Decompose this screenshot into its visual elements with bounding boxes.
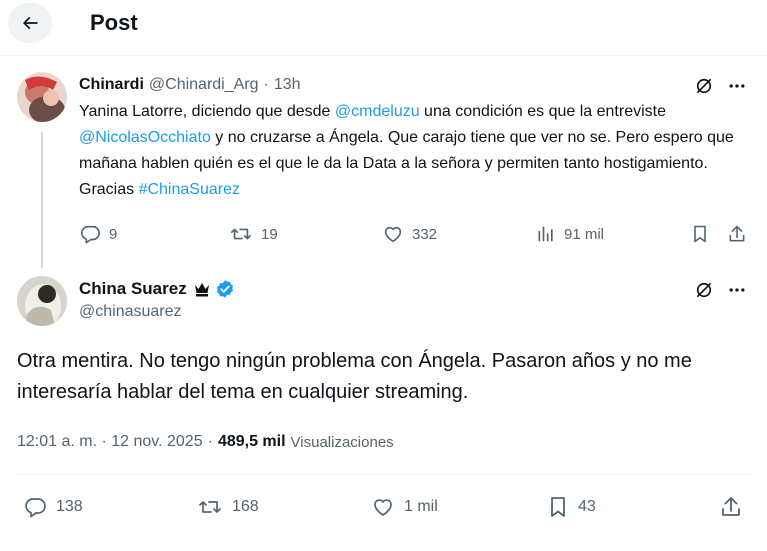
- reply-views-count: 91 mil: [564, 225, 605, 243]
- main-replies-count: 138: [56, 498, 83, 515]
- like-icon: [374, 499, 392, 516]
- reply-repost-button[interactable]: 19: [229, 222, 278, 246]
- reply-grok-button[interactable]: [692, 74, 716, 98]
- thread-line: [41, 132, 43, 268]
- reply-icon: [81, 225, 100, 244]
- reply-more-button[interactable]: [725, 74, 749, 98]
- reply-likes-count: 332: [412, 225, 438, 243]
- back-arrow-icon: [22, 16, 38, 30]
- reply-reply-button[interactable]: 9: [79, 222, 117, 246]
- main-share-button[interactable]: [718, 494, 744, 520]
- main-text: Otra mentira. No tengo ningún problema c…: [17, 350, 692, 403]
- share-icon: [722, 497, 740, 516]
- main-views-count: 489,5 mil: [217, 433, 286, 450]
- reply-bookmark-button[interactable]: [689, 222, 711, 246]
- reply-link[interactable]: @NicolasOcchiato: [79, 129, 211, 146]
- main-author-name[interactable]: China Suarez: [79, 279, 187, 299]
- grok-icon: [696, 78, 712, 94]
- more-icon: [729, 84, 745, 88]
- main-views-label: Visualizaciones: [290, 433, 394, 451]
- reply-like-button[interactable]: 332: [382, 222, 437, 246]
- reply-header: Chinardi @Chinardi_Arg · 13h: [79, 73, 301, 97]
- reply-replies-count: 9: [109, 225, 118, 243]
- reply-author-handle[interactable]: @Chinardi_Arg: [149, 76, 259, 94]
- reply-author-avatar[interactable]: [17, 72, 67, 122]
- reply-link[interactable]: #ChinaSuarez: [139, 181, 240, 198]
- page-title: Post: [90, 10, 138, 35]
- main-reposts-count: 168: [232, 498, 259, 515]
- like-icon: [384, 226, 402, 243]
- crown-icon: [194, 283, 209, 297]
- main-like-button[interactable]: 1 mil: [370, 494, 438, 520]
- main-grok-button[interactable]: [692, 278, 716, 302]
- back-button[interactable]: [8, 3, 52, 43]
- main-bookmark-button[interactable]: 43: [546, 494, 596, 520]
- reply-link[interactable]: @cmdeluzu: [335, 103, 420, 120]
- grok-icon: [696, 282, 712, 298]
- repost-icon: [231, 228, 251, 240]
- header-divider: [0, 55, 767, 56]
- verified-badge-icon: [216, 280, 233, 298]
- reply-text-segment: una condición es que la entreviste: [419, 103, 666, 120]
- main-meta-separator: ·: [207, 433, 213, 450]
- reply-reposts-count: 19: [261, 225, 278, 243]
- main-header: China Suarez: [79, 277, 235, 301]
- main-reply-button[interactable]: 138: [22, 494, 83, 520]
- main-repost-button[interactable]: 168: [196, 494, 259, 520]
- reply-time[interactable]: 13h: [274, 76, 301, 94]
- reply-separator: ·: [263, 76, 269, 93]
- reply-text: Yanina Latorre, diciendo que desde @cmde…: [79, 99, 751, 203]
- bookmark-icon: [694, 225, 706, 243]
- main-meta-row: 12:01 a. m. · 12 nov. 2025 · 489,5 mil V…: [17, 431, 394, 453]
- bookmark-icon: [551, 497, 565, 517]
- reply-author-name[interactable]: Chinardi: [79, 76, 144, 94]
- views-icon: [538, 226, 553, 242]
- main-bookmarks-count: 43: [578, 498, 596, 515]
- reply-share-button[interactable]: [726, 222, 748, 246]
- reply-icon: [25, 498, 46, 518]
- share-icon: [729, 225, 745, 242]
- main-author-avatar[interactable]: [17, 276, 67, 326]
- reply-views-button[interactable]: 91 mil: [536, 222, 604, 246]
- repost-icon: [199, 501, 221, 513]
- main-divider-top: [17, 474, 750, 475]
- main-timestamp[interactable]: 12:01 a. m. · 12 nov. 2025: [17, 433, 203, 451]
- reply-text-segment: Yanina Latorre, diciendo que desde: [79, 103, 335, 120]
- main-author-handle[interactable]: @chinasuarez: [79, 303, 182, 321]
- main-more-button[interactable]: [725, 278, 749, 302]
- main-likes-count: 1 mil: [404, 498, 438, 515]
- more-icon: [729, 288, 745, 292]
